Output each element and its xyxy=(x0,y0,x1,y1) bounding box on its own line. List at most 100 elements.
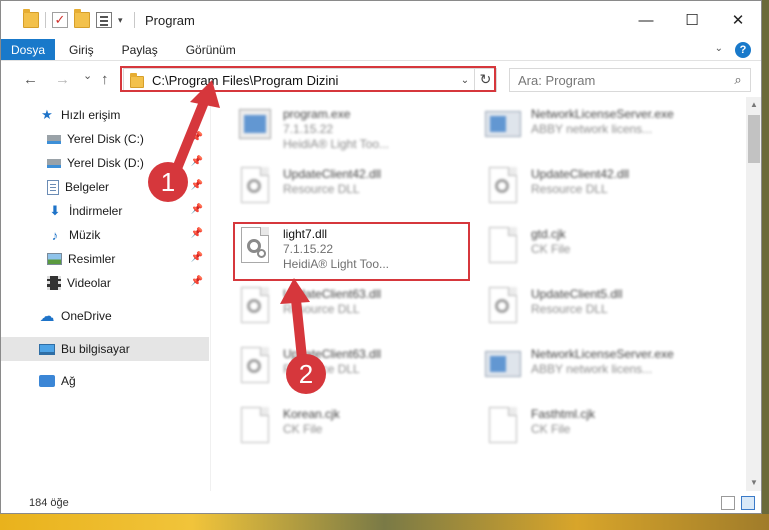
cloud-icon: ☁ xyxy=(39,308,55,325)
file-description: HeidiA® Light Too... xyxy=(283,137,390,151)
download-icon: ⬇ xyxy=(49,203,61,218)
sidebar-item-videos[interactable]: Videolar 📌 xyxy=(1,271,209,295)
sidebar-item-this-pc[interactable]: Bu bilgisayar xyxy=(1,337,209,361)
scroll-down-icon[interactable]: ▼ xyxy=(746,475,761,491)
sidebar-item-label: Resimler xyxy=(68,252,116,266)
up-button[interactable]: ↑ xyxy=(101,71,109,88)
file-tile[interactable]: UpdateClient42.dll Resource DLL xyxy=(235,163,471,221)
expand-ribbon-icon[interactable]: ⌄ xyxy=(715,43,723,54)
file-name: UpdateClient42.dll xyxy=(283,167,382,181)
recent-locations-icon[interactable]: ⌄ xyxy=(83,69,92,82)
file-name: UpdateClient63.dll xyxy=(283,287,382,301)
folder-icon[interactable] xyxy=(23,9,39,28)
file-name: NetworkLicenseServer.exe xyxy=(531,347,674,361)
sidebar-item-network[interactable]: Ağ xyxy=(1,369,209,393)
disk-icon xyxy=(47,158,61,168)
pin-icon[interactable]: 📌 xyxy=(191,204,203,215)
title-bar: ✓ ▾ Program — ☐ ✕ xyxy=(1,1,761,39)
file-tile[interactable]: UpdateClient5.dll Resource DLL xyxy=(483,283,719,341)
desktop-background xyxy=(0,514,769,530)
search-input[interactable] xyxy=(518,72,726,88)
sidebar-item-music[interactable]: ♪ Müzik 📌 xyxy=(1,223,209,247)
minimize-button[interactable]: — xyxy=(623,1,669,39)
item-count: 184 öğe xyxy=(29,497,69,509)
vertical-scrollbar[interactable]: ▲ ▼ xyxy=(746,97,761,491)
pin-icon[interactable]: 📌 xyxy=(191,156,203,167)
pictures-icon xyxy=(47,253,62,265)
sidebar-item-label: Yerel Disk (C:) xyxy=(67,132,144,146)
search-box[interactable]: ⌕ xyxy=(509,68,751,92)
exe-icon xyxy=(485,111,521,137)
sidebar-item-downloads[interactable]: ⬇ İndirmeler 📌 xyxy=(1,199,209,223)
tiles-view-icon[interactable] xyxy=(741,496,755,510)
documents-icon xyxy=(47,179,59,195)
customize-toolbar-dropdown-icon[interactable]: ▾ xyxy=(118,15,128,26)
file-description: Resource DLL xyxy=(283,182,360,196)
file-icon xyxy=(489,227,517,263)
tab-share[interactable]: Paylaş xyxy=(108,39,172,60)
scroll-thumb[interactable] xyxy=(748,115,760,163)
sidebar-item-label: Videolar xyxy=(67,276,111,290)
scroll-up-icon[interactable]: ▲ xyxy=(746,97,761,113)
new-folder-icon[interactable] xyxy=(74,9,90,28)
maximize-button[interactable]: ☐ xyxy=(669,1,715,39)
properties-icon[interactable] xyxy=(96,12,112,28)
sidebar-item-pictures[interactable]: Resimler 📌 xyxy=(1,247,209,271)
file-tile[interactable]: Korean.cjk CK File xyxy=(235,403,471,461)
sidebar-item-label: Hızlı erişim xyxy=(61,108,121,122)
file-name: Korean.cjk xyxy=(283,407,340,421)
file-version: 7.1.15.22 xyxy=(283,122,334,136)
file-name: NetworkLicenseServer.exe xyxy=(531,107,674,121)
details-view-icon[interactable] xyxy=(721,496,735,510)
exe-icon xyxy=(485,351,521,377)
file-tile[interactable]: UpdateClient63.dll Resource DLL xyxy=(235,343,471,401)
file-tile[interactable]: NetworkLicenseServer.exe ABBY network li… xyxy=(483,343,719,401)
sidebar-item-onedrive[interactable]: ☁ OneDrive xyxy=(1,304,209,328)
file-tile[interactable]: program.exe 7.1.15.22 HeidiA® Light Too.… xyxy=(235,103,471,161)
pin-icon[interactable]: 📌 xyxy=(191,276,203,287)
file-description: Resource DLL xyxy=(531,302,608,316)
file-name: gtd.cjk xyxy=(531,227,566,241)
file-description: Resource DLL xyxy=(531,182,608,196)
exe-icon xyxy=(239,109,271,139)
sidebar-item-label: İndirmeler xyxy=(69,204,123,218)
sidebar-item-local-disk-c[interactable]: Yerel Disk (C:) 📌 xyxy=(1,127,209,151)
file-tile[interactable]: NetworkLicenseServer.exe ABBY network li… xyxy=(483,103,719,161)
toolbar-divider xyxy=(134,12,135,28)
file-description: CK File xyxy=(531,422,571,436)
sidebar-item-label: OneDrive xyxy=(61,309,112,323)
help-icon[interactable]: ? xyxy=(735,42,751,58)
tab-home[interactable]: Giriş xyxy=(55,39,108,60)
tab-file[interactable]: Dosya xyxy=(1,39,55,60)
tab-view[interactable]: Görünüm xyxy=(172,39,250,60)
file-name: UpdateClient42.dll xyxy=(531,167,630,181)
pin-icon[interactable]: 📌 xyxy=(191,132,203,143)
file-name: Fasthtml.cjk xyxy=(531,407,596,421)
properties-check-icon[interactable]: ✓ xyxy=(52,12,68,28)
music-icon: ♪ xyxy=(51,227,59,243)
search-icon[interactable]: ⌕ xyxy=(726,72,750,88)
file-icon xyxy=(489,407,517,443)
close-button[interactable]: ✕ xyxy=(715,1,761,39)
computer-icon xyxy=(39,343,55,355)
sidebar-item-label: Bu bilgisayar xyxy=(61,342,130,356)
forward-button[interactable]: → xyxy=(55,71,70,88)
sidebar-item-quick-access[interactable]: ★ Hızlı erişim xyxy=(1,103,209,127)
file-tile[interactable]: gtd.cjk CK File xyxy=(483,223,719,281)
window-title: Program xyxy=(145,12,195,28)
pin-icon[interactable]: 📌 xyxy=(191,252,203,263)
network-icon xyxy=(39,375,55,387)
file-description: CK File xyxy=(531,242,571,256)
back-button[interactable]: ← xyxy=(23,71,38,88)
pin-icon[interactable]: 📌 xyxy=(191,180,203,191)
pin-icon[interactable]: 📌 xyxy=(191,228,203,239)
file-description: ABBY network licens... xyxy=(531,362,653,376)
navigation-pane: ★ Hızlı erişim Yerel Disk (C:) 📌 Yerel D… xyxy=(1,97,211,491)
step-badge-1: 1 xyxy=(148,162,188,202)
file-tile[interactable]: UpdateClient42.dll Resource DLL xyxy=(483,163,719,221)
file-highlight-box xyxy=(233,222,470,281)
disk-icon xyxy=(47,134,61,144)
file-description: CK File xyxy=(283,422,323,436)
file-tile[interactable]: UpdateClient63.dll Resource DLL xyxy=(235,283,471,341)
file-tile[interactable]: Fasthtml.cjk CK File xyxy=(483,403,719,461)
